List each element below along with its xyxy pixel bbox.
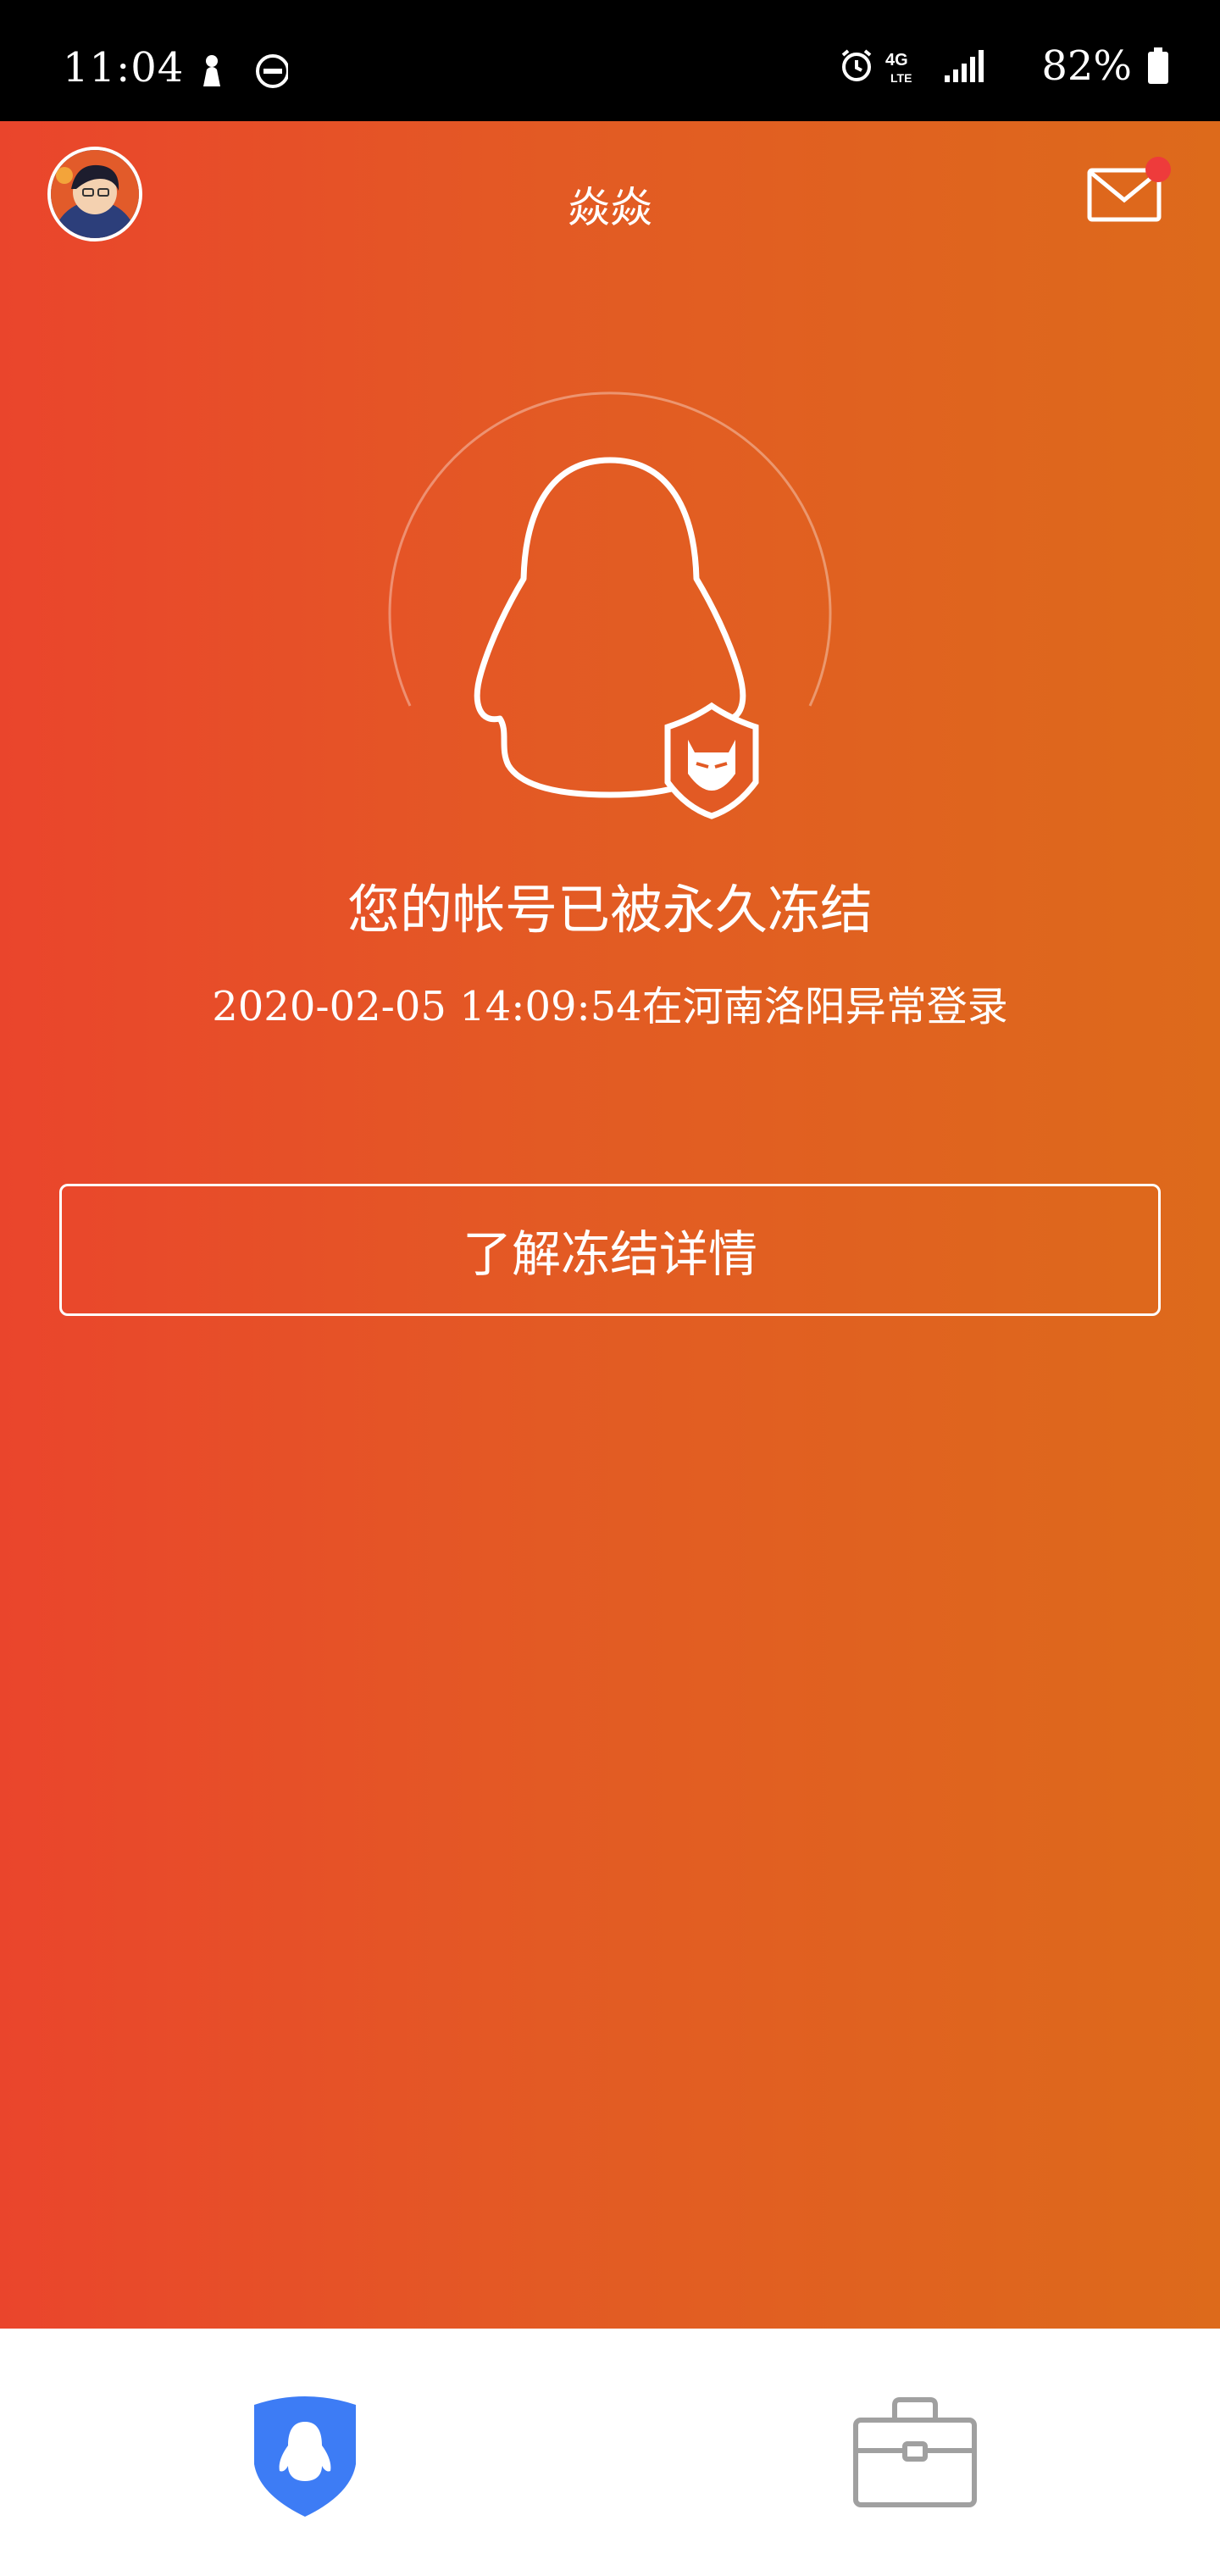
tab-toolbox[interactable]	[852, 2396, 978, 2510]
bottom-tab-bar	[0, 2329, 1220, 2576]
learn-freeze-details-button[interactable]: 了解冻结详情	[59, 1184, 1161, 1316]
battery-percent: 82%	[1041, 42, 1132, 90]
battery-icon	[1148, 47, 1168, 84]
signal-icon	[945, 50, 984, 82]
status-left-icons	[195, 53, 290, 93]
svg-text:LTE: LTE	[890, 71, 912, 85]
frozen-title: 您的帐号已被永久冻结	[347, 879, 873, 941]
shield-devil-icon	[664, 702, 759, 819]
alarm-icon	[842, 49, 872, 81]
main-panel: 焱焱 您的帐号已被永久冻结 2020-02-05 14:09:54在河南洛阳异常…	[0, 121, 1220, 2329]
status-right-group: 4G LTE 82%	[835, 42, 1169, 90]
svg-text:4G: 4G	[885, 51, 908, 69]
status-icons: 4G LTE	[842, 49, 984, 85]
page-title: 焱焱	[568, 183, 652, 232]
notification-person-icon	[203, 55, 220, 86]
frozen-detail: 2020-02-05 14:09:54在河南洛阳异常登录	[212, 983, 1008, 1030]
do-not-disturb-icon	[256, 54, 290, 88]
frozen-hero-illustration	[381, 367, 839, 892]
status-time: 11:04	[63, 44, 185, 92]
tab-security[interactable]	[251, 2393, 359, 2518]
qq-shield-icon	[254, 2396, 356, 2517]
hero-ring	[388, 391, 832, 707]
lte-icon: 4G LTE	[885, 51, 912, 85]
briefcase-icon	[853, 2397, 977, 2507]
unread-dot	[1145, 157, 1171, 182]
status-bar: 11:04 4G LTE 82%	[0, 0, 1220, 121]
